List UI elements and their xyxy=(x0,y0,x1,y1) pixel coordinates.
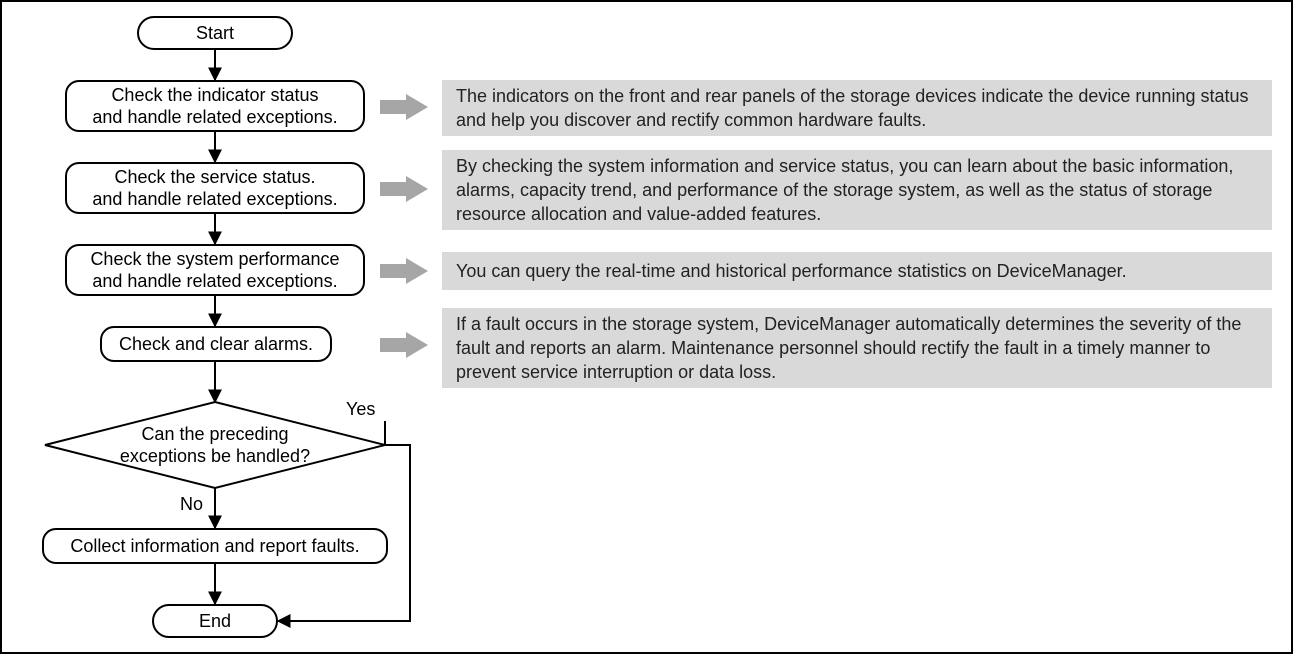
description-performance: You can query the real-time and historic… xyxy=(442,252,1272,290)
process-check-performance: Check the system performance and handle … xyxy=(65,244,365,296)
decision-yes-label: Yes xyxy=(346,399,375,420)
arrow-icon xyxy=(380,332,428,358)
end-terminator: End xyxy=(152,604,278,638)
process-check-service: Check the service status. and handle rel… xyxy=(65,162,365,214)
end-label: End xyxy=(199,610,231,633)
process-check-alarms-label: Check and clear alarms. xyxy=(119,333,313,356)
arrow-icon xyxy=(380,176,428,202)
description-alarms: If a fault occurs in the storage system,… xyxy=(442,308,1272,388)
flowchart-canvas: Start Check the indicator status and han… xyxy=(0,0,1293,654)
description-service: By checking the system information and s… xyxy=(442,150,1272,230)
description-performance-text: You can query the real-time and historic… xyxy=(456,259,1127,283)
start-label: Start xyxy=(196,22,234,45)
arrow-icon xyxy=(380,258,428,284)
arrow-icon xyxy=(380,94,428,120)
description-indicator: The indicators on the front and rear pan… xyxy=(442,80,1272,136)
description-indicator-text: The indicators on the front and rear pan… xyxy=(456,84,1258,133)
process-check-alarms: Check and clear alarms. xyxy=(100,326,332,362)
start-terminator: Start xyxy=(137,16,293,50)
process-check-indicator-label: Check the indicator status and handle re… xyxy=(92,84,337,129)
process-check-service-label: Check the service status. and handle rel… xyxy=(92,166,337,211)
description-alarms-text: If a fault occurs in the storage system,… xyxy=(456,312,1258,385)
process-check-performance-label: Check the system performance and handle … xyxy=(90,248,339,293)
description-service-text: By checking the system information and s… xyxy=(456,154,1258,227)
decision-no-label: No xyxy=(180,494,203,515)
process-check-indicator: Check the indicator status and handle re… xyxy=(65,80,365,132)
